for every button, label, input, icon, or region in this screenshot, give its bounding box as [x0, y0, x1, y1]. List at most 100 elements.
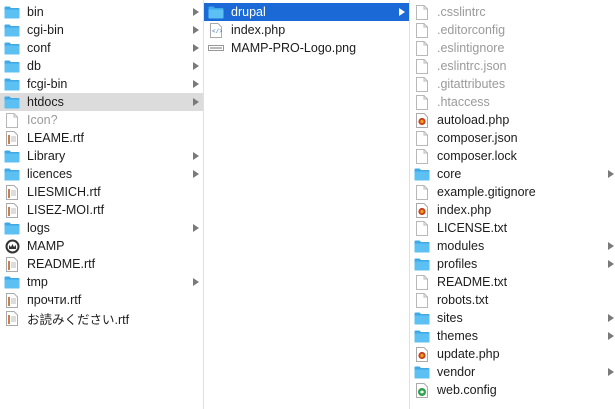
blank-file-icon: [4, 112, 20, 128]
file-row-mamp-pro-logo-png[interactable]: MAMP-PRO-Logo.png: [204, 39, 409, 57]
item-label: Icon?: [27, 113, 58, 127]
folder-row-themes[interactable]: themes: [410, 327, 615, 345]
file-row-editorconfig[interactable]: .editorconfig: [410, 21, 615, 39]
item-label: web.config: [437, 383, 497, 397]
item-label: MAMP-PRO-Logo.png: [231, 41, 357, 55]
file-row-csslintrc[interactable]: .csslintrc: [410, 3, 615, 21]
rtf-file-icon: [4, 130, 20, 146]
item-label: conf: [27, 41, 51, 55]
php-badge-icon: [414, 346, 430, 362]
disclosure-arrow-icon: [193, 62, 199, 70]
finder-column-1[interactable]: bin cgi-bin conf db fcgi-bin htdocs Icon? LEAME…: [0, 0, 203, 409]
column-1-list: bin cgi-bin conf db fcgi-bin htdocs Icon? LEAME…: [0, 0, 203, 327]
file-row-autoload-php[interactable]: autoload.php: [410, 111, 615, 129]
rtf-file-icon: [4, 310, 20, 326]
file-row-readme-rtf[interactable]: README.rtf: [0, 255, 203, 273]
folder-icon: [4, 59, 20, 73]
folder-row-bin[interactable]: bin: [0, 3, 203, 21]
column-2-list: drupal </> index.php MAMP-PRO-Logo.png: [204, 0, 409, 57]
file-row-index-php[interactable]: index.php: [410, 201, 615, 219]
file-row-gitattributes[interactable]: .gitattributes: [410, 75, 615, 93]
item-label: robots.txt: [437, 293, 489, 307]
item-label: LICENSE.txt: [437, 221, 508, 235]
file-row-rtf[interactable]: お読みください.rtf: [0, 309, 203, 327]
item-label: drupal: [231, 5, 266, 19]
folder-row-library[interactable]: Library: [0, 147, 203, 165]
file-row-readme-txt[interactable]: README.txt: [410, 273, 615, 291]
file-row-rtf[interactable]: прочти.rtf: [0, 291, 203, 309]
mamp-app-icon: [4, 239, 20, 253]
php-file-icon: </>: [208, 22, 224, 38]
blank-file-icon: [414, 22, 430, 38]
disclosure-arrow-icon: [193, 224, 199, 232]
item-label: profiles: [437, 257, 478, 271]
file-row-mamp[interactable]: MAMP: [0, 237, 203, 255]
folder-icon: [4, 77, 20, 91]
item-label: cgi-bin: [27, 23, 64, 37]
file-row-index-php[interactable]: </> index.php: [204, 21, 409, 39]
item-label: themes: [437, 329, 478, 343]
file-row-composer-lock[interactable]: composer.lock: [410, 147, 615, 165]
finder-column-3[interactable]: .csslintrc .editorconfig .eslintignore .esl…: [410, 0, 615, 409]
disclosure-arrow-icon: [193, 8, 199, 16]
folder-icon: [4, 23, 20, 37]
folder-row-tmp[interactable]: tmp: [0, 273, 203, 291]
item-label: README.txt: [437, 275, 508, 289]
item-label: LIESMICH.rtf: [27, 185, 101, 199]
item-label: .gitattributes: [437, 77, 506, 91]
item-label: お読みください.rtf: [27, 312, 130, 327]
folder-icon: [4, 95, 20, 109]
folder-row-conf[interactable]: conf: [0, 39, 203, 57]
file-row-icon[interactable]: Icon?: [0, 111, 203, 129]
item-label: README.rtf: [27, 257, 96, 271]
file-row-license-txt[interactable]: LICENSE.txt: [410, 219, 615, 237]
file-row-web-config[interactable]: web.config: [410, 381, 615, 399]
file-row-eslintignore[interactable]: .eslintignore: [410, 39, 615, 57]
disclosure-arrow-icon: [193, 278, 199, 286]
item-label: index.php: [231, 23, 286, 37]
item-label: example.gitignore: [437, 185, 536, 199]
folder-row-fcgi-bin[interactable]: fcgi-bin: [0, 75, 203, 93]
finder-column-2[interactable]: drupal </> index.php MAMP-PRO-Logo.png: [204, 0, 409, 409]
svg-text:</>: </>: [212, 28, 222, 35]
folder-row-logs[interactable]: logs: [0, 219, 203, 237]
disclosure-arrow-icon: [193, 152, 199, 160]
file-row-example-gitignore[interactable]: example.gitignore: [410, 183, 615, 201]
folder-row-htdocs[interactable]: htdocs: [0, 93, 203, 111]
folder-row-core[interactable]: core: [410, 165, 615, 183]
blank-file-icon: [414, 130, 430, 146]
file-row-eslintrc-json[interactable]: .eslintrc.json: [410, 57, 615, 75]
disclosure-arrow-icon: [608, 368, 614, 376]
folder-row-sites[interactable]: sites: [410, 309, 615, 327]
file-row-update-php[interactable]: update.php: [410, 345, 615, 363]
folder-row-modules[interactable]: modules: [410, 237, 615, 255]
item-label: db: [27, 59, 41, 73]
file-row-robots-txt[interactable]: robots.txt: [410, 291, 615, 309]
folder-row-db[interactable]: db: [0, 57, 203, 75]
blank-file-icon: [414, 148, 430, 164]
blank-file-icon: [414, 184, 430, 200]
folder-icon: [4, 275, 20, 289]
file-row-leame-rtf[interactable]: LEAME.rtf: [0, 129, 203, 147]
file-row-composer-json[interactable]: composer.json: [410, 129, 615, 147]
folder-icon: [414, 167, 430, 181]
folder-icon: [414, 239, 430, 253]
disclosure-arrow-icon: [608, 332, 614, 340]
disclosure-arrow-icon: [193, 44, 199, 52]
image-file-icon: [208, 41, 224, 55]
rtf-file-icon: [4, 184, 20, 200]
folder-row-licences[interactable]: licences: [0, 165, 203, 183]
folder-row-cgi-bin[interactable]: cgi-bin: [0, 21, 203, 39]
blank-file-icon: [414, 40, 430, 56]
folder-row-profiles[interactable]: profiles: [410, 255, 615, 273]
item-label: autoload.php: [437, 113, 510, 127]
config-file-icon: [414, 382, 430, 398]
folder-icon: [414, 329, 430, 343]
item-label: bin: [27, 5, 44, 19]
file-row-htaccess[interactable]: .htaccess: [410, 93, 615, 111]
file-row-liesmich-rtf[interactable]: LIESMICH.rtf: [0, 183, 203, 201]
folder-row-drupal[interactable]: drupal: [204, 3, 409, 21]
file-row-lisez-moi-rtf[interactable]: LISEZ-MOI.rtf: [0, 201, 203, 219]
item-label: composer.json: [437, 131, 518, 145]
folder-row-vendor[interactable]: vendor: [410, 363, 615, 381]
